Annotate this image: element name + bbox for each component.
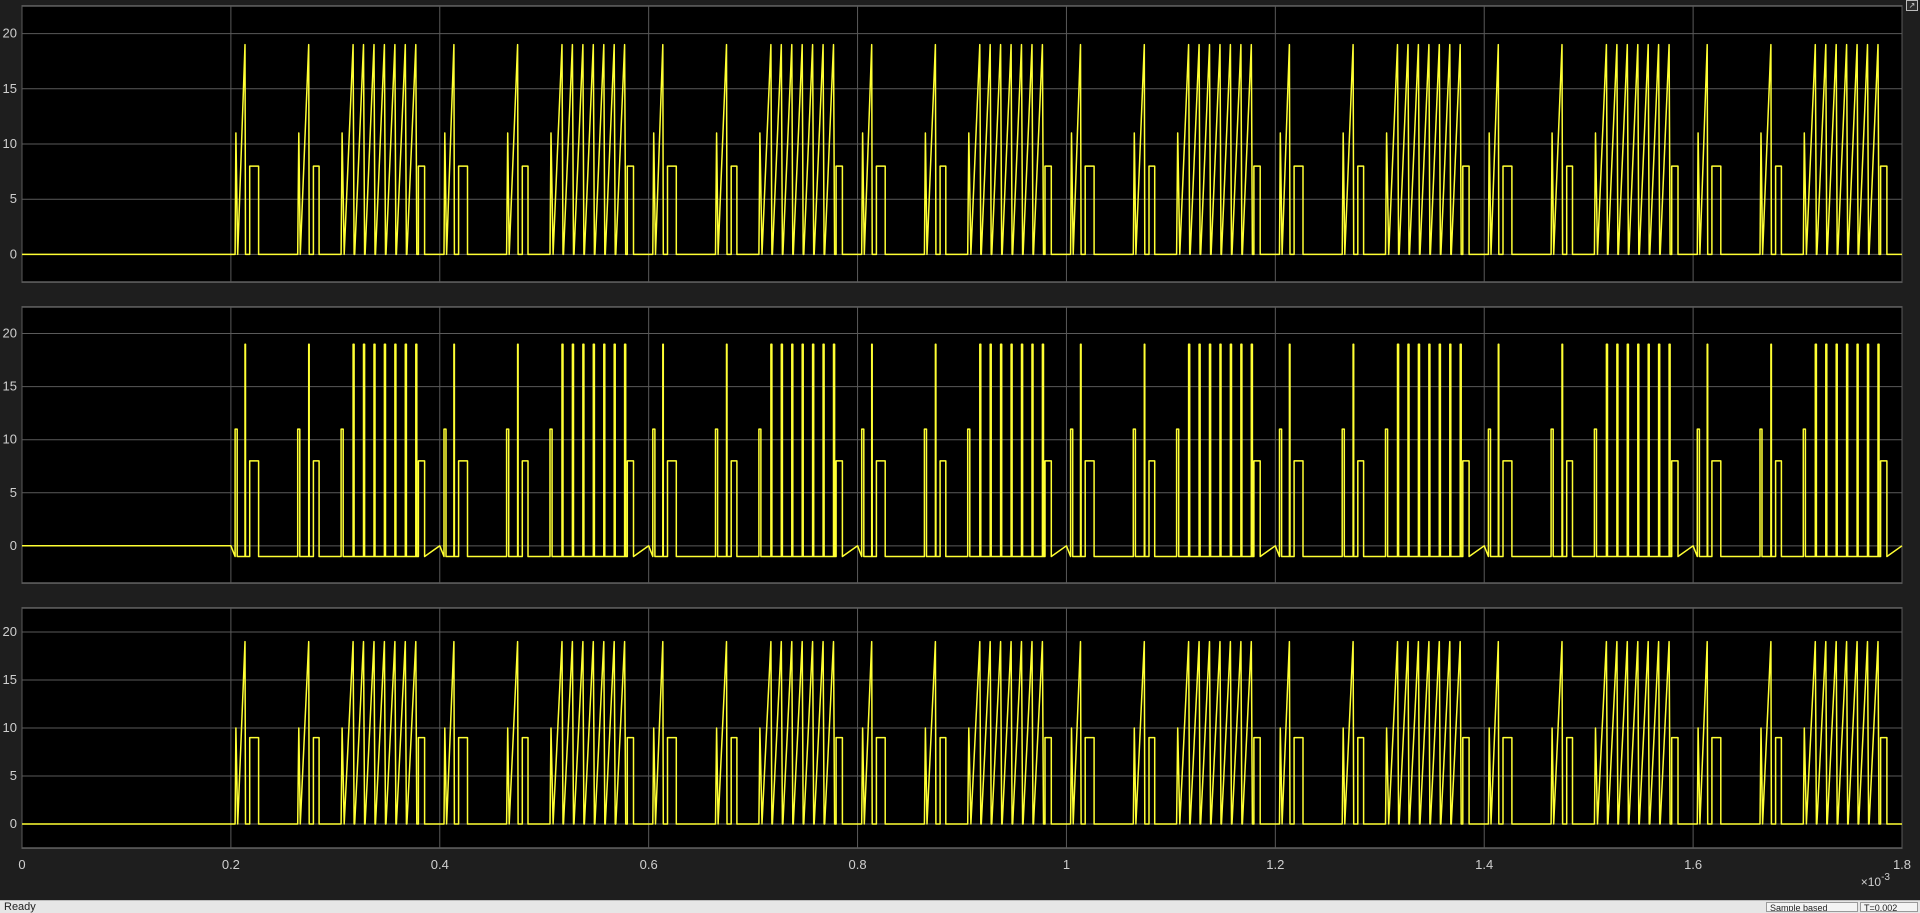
scope-axes-2: 0 5 10 15 20: [3, 306, 1903, 584]
x-exponent-label: ×10-3: [1861, 872, 1891, 889]
y-tick-label: 15: [3, 81, 17, 96]
y-tick-label: 15: [3, 672, 17, 687]
undock-icon[interactable]: ↗: [1906, 0, 1918, 11]
y-tick-label: 20: [3, 326, 17, 341]
y-tick-label: 0: [10, 538, 17, 553]
x-tick-label: 1.2: [1266, 857, 1284, 872]
scope-axes-1: 0 5 10 15 20: [3, 5, 1903, 283]
y-tick-label: 10: [3, 432, 17, 447]
x-tick-label: 1.4: [1475, 857, 1493, 872]
y-tick-label: 5: [10, 485, 17, 500]
y-tick-label: 0: [10, 816, 17, 831]
x-tick-label: 1.8: [1893, 857, 1911, 872]
x-tick-label: 0.8: [849, 857, 867, 872]
y-tick-label: 10: [3, 136, 17, 151]
x-tick-label: 1.6: [1684, 857, 1702, 872]
y-tick-label: 15: [3, 379, 17, 394]
plot-area: [21, 306, 1903, 584]
y-tick-label: 0: [10, 246, 17, 261]
y-tick-label: 20: [3, 26, 17, 41]
y-tick-label: 5: [10, 191, 17, 206]
y-tick-label: 20: [3, 624, 17, 639]
sim-time-indicator: T=0.002: [1860, 902, 1918, 912]
x-tick-label: 0.6: [640, 857, 658, 872]
sample-mode-indicator: Sample based: [1766, 902, 1858, 912]
x-tick-label: 0.4: [431, 857, 449, 872]
y-tick-label: 5: [10, 768, 17, 783]
scope-display: 0 5 10 15 20 0 5 10 15 20 0 5 10 15 20 0 0.2 0.4 0.6 0.8 1 1.…: [3, 5, 1911, 889]
y-tick-label: 10: [3, 720, 17, 735]
status-text: Ready: [4, 901, 36, 913]
x-tick-label: 0.2: [222, 857, 240, 872]
x-tick-label: 0: [18, 857, 25, 872]
scope-axes-3: 0 5 10 15 20 0 0.2 0.4 0.6 0.8 1 1.2 1.4 1.6 1.8×10-3: [3, 607, 1911, 889]
x-tick-label: 1: [1063, 857, 1070, 872]
status-bar: Ready Sample based T=0.002: [0, 900, 1920, 913]
